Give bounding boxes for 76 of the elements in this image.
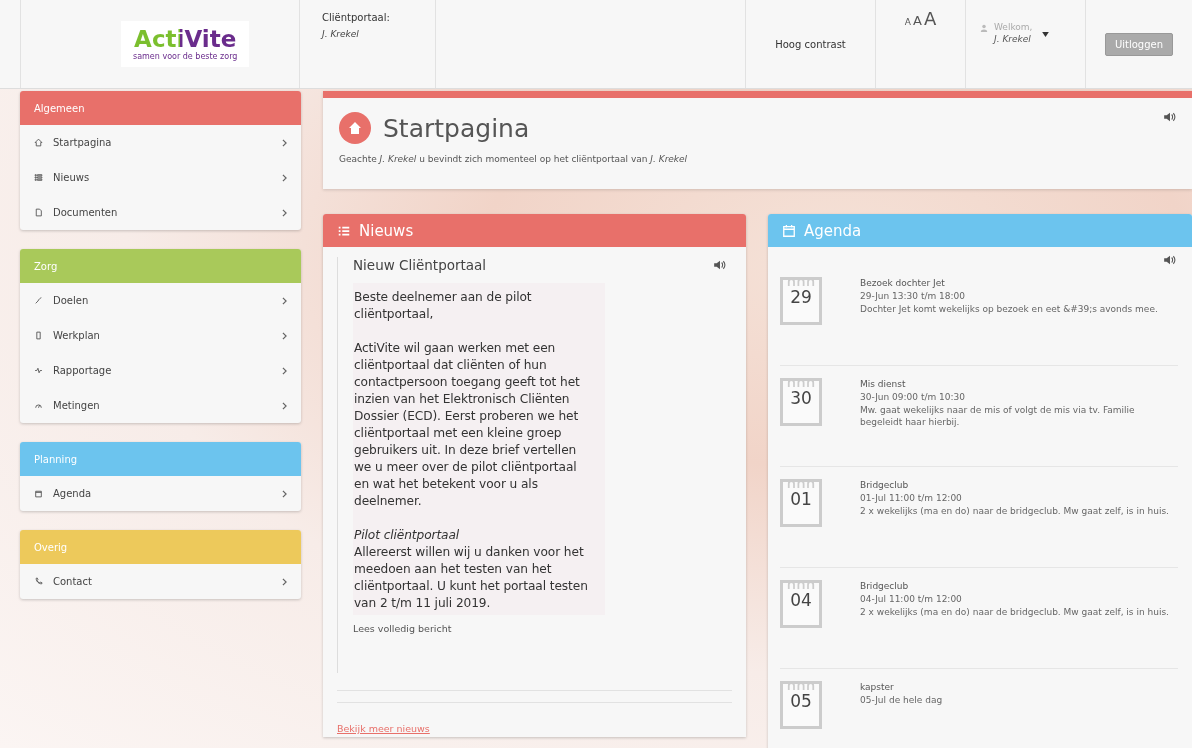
article-paragraph: Pilot cliëntportaal Allereerst willen wij u danken voor het meedoen aan het testen van het cliëntportaal. U kunt het portaal testen van 2 t/m 11 juli 2019.	[354, 527, 589, 612]
menu-item[interactable]: Documenten	[20, 195, 301, 230]
speaker-icon[interactable]	[1164, 255, 1176, 265]
menu-group-header: Algemeen	[20, 91, 301, 125]
event-title: Bridgeclub	[860, 580, 910, 592]
event-description: Mw. gaat wekelijks naar de mis of volgt de mis via tv. Familie begeleidt haar hierbij.	[860, 404, 1136, 428]
high-contrast-link[interactable]: Hoog contrast	[775, 38, 846, 50]
event-title: Mis dienst	[860, 378, 907, 390]
logo[interactable]: ActiVite samen voor de beste zorg	[121, 20, 250, 68]
chevron-icon	[282, 138, 287, 147]
event-time: 05-Jul de hele dag	[860, 694, 943, 706]
page-title: Startpagina	[383, 113, 531, 143]
menu-item-icon	[34, 489, 43, 498]
menu-item[interactable]: Doelen	[20, 283, 301, 318]
menu-item-icon	[34, 366, 43, 375]
chevron-icon	[282, 208, 287, 217]
caret-icon[interactable]	[1042, 32, 1050, 37]
calendar-day: 05	[790, 690, 812, 712]
menu-item[interactable]: Werkplan	[20, 318, 301, 353]
calendar-day: 04	[790, 589, 812, 611]
speaker-icon[interactable]	[1164, 112, 1176, 122]
calendar-day: 01	[790, 488, 812, 510]
welcome-label: Welkom,	[994, 22, 1033, 32]
font-size-link[interactable]: A	[923, 8, 937, 29]
user-icon	[980, 24, 988, 32]
event-title: Bridgeclub	[860, 479, 910, 491]
calendar-icon	[782, 223, 796, 238]
menu-item-icon	[34, 401, 43, 410]
menu-item[interactable]: Contact	[20, 564, 301, 599]
event-title: Bezoek dochter Jet	[860, 277, 946, 289]
chevron-icon	[282, 577, 287, 586]
menu-item-icon	[34, 173, 43, 182]
panel-title: Agenda	[804, 221, 862, 240]
menu-item-icon	[34, 577, 43, 586]
menu-item[interactable]: Startpagina	[20, 125, 301, 160]
event-time: 29-Jun 13:30 t/m 18:00	[860, 290, 967, 302]
menu-item[interactable]: Rapportage	[20, 353, 301, 388]
greeting-text: Geachte J. Krekel u bevindt zich momenteel op het cliëntportaal van J. Krekel	[339, 154, 689, 164]
chevron-icon	[282, 489, 287, 498]
menu-item-icon	[34, 208, 43, 217]
event-description: Dochter Jet komt wekelijks op bezoek en eet &#39;s avonds mee.	[860, 303, 1158, 315]
article-title: Nieuw Cliëntportaal	[353, 257, 487, 273]
read-more-link[interactable]: Lees volledig bericht	[353, 623, 732, 634]
event-description: 2 x wekelijks (ma en do) naar de bridgeclub. Mw gaat zelf, is in huis.	[860, 606, 1169, 618]
event-time: 04-Jul 11:00 t/m 12:00	[860, 593, 963, 605]
menu-group-header: Planning	[20, 442, 301, 476]
event-description: 2 x wekelijks (ma en do) naar de bridgeclub. Mw gaat zelf, is in huis.	[860, 505, 1169, 517]
event-time: 30-Jun 09:00 t/m 10:30	[860, 391, 967, 403]
calendar-day: 30	[790, 387, 812, 409]
portal-client-name: J. Krekel	[322, 29, 359, 39]
chevron-icon	[282, 366, 287, 375]
calendar-day: 29	[790, 286, 812, 308]
event-time: 01-Jul 11:00 t/m 12:00	[860, 492, 963, 504]
chevron-icon	[282, 401, 287, 410]
article-paragraph: ActiVite wil gaan werken met een cliëntportaal dat cliënten of hun contactpersoon toegang geeft tot het inzien van het Elektronisch Cliënten Dossier (ECD). Eerst proberen we het cliëntportaal met een kleine groep gebruikers uit. In deze brief vertellen we u meer over de pilot cliëntportaal en wat het betekent voor u als deelnemer.	[354, 340, 581, 510]
home-icon	[339, 112, 371, 144]
article-paragraph: Beste deelnemer aan de pilot cliëntportaal,	[354, 289, 533, 323]
speaker-icon[interactable]	[714, 260, 726, 270]
menu-item-icon	[34, 331, 43, 340]
menu-item[interactable]: Nieuws	[20, 160, 301, 195]
logo-tagline: samen voor de beste zorg	[133, 52, 238, 62]
font-size-link[interactable]: A	[904, 17, 911, 27]
menu-item[interactable]: Agenda	[20, 476, 301, 511]
menu-group-header: Zorg	[20, 249, 301, 283]
chevron-icon	[282, 173, 287, 182]
chevron-icon	[282, 296, 287, 305]
chevron-icon	[282, 331, 287, 340]
menu-item-icon	[34, 296, 43, 305]
menu-item-icon	[34, 138, 43, 147]
portal-label: Cliëntportaal:	[322, 12, 390, 23]
menu-item[interactable]: Metingen	[20, 388, 301, 423]
event-title: kapster	[860, 681, 895, 693]
panel-title: Nieuws	[359, 221, 414, 240]
menu-group-header: Overig	[20, 530, 301, 564]
user-name: J. Krekel	[994, 34, 1032, 44]
font-size-link[interactable]: A	[912, 13, 922, 28]
